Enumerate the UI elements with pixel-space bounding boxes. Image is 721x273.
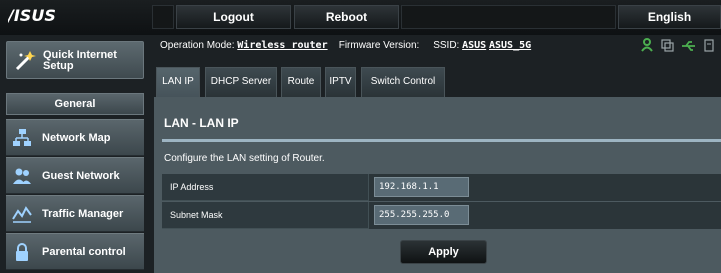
- page-description: Configure the LAN setting of Router.: [164, 153, 325, 164]
- sidebar-item-guest-network[interactable]: Guest Network: [6, 157, 144, 194]
- magic-wand-icon: [15, 51, 36, 71]
- operation-mode-label: Operation Mode:: [160, 40, 235, 51]
- form-row-subnet-mask: Subnet Mask: [162, 202, 721, 229]
- copy-icon[interactable]: [661, 39, 675, 53]
- apply-button[interactable]: Apply: [400, 240, 487, 264]
- tab-route[interactable]: Route: [281, 67, 321, 97]
- sidebar-item-label: Traffic Manager: [42, 208, 124, 220]
- reboot-button[interactable]: Reboot: [294, 5, 399, 29]
- general-section-title: General: [6, 93, 144, 115]
- logout-button[interactable]: Logout: [176, 5, 291, 29]
- title-divider: [162, 139, 721, 142]
- language-label: English: [647, 10, 692, 24]
- sidebar-item-label: Network Map: [42, 132, 111, 144]
- sidebar-item-parental-control[interactable]: Parental control: [6, 233, 144, 270]
- status-icons: [641, 38, 721, 54]
- sidebar-item-label: Guest Network: [42, 170, 120, 182]
- tab-iptv[interactable]: IPTV: [325, 67, 356, 97]
- field-cell: [368, 202, 721, 229]
- content-panel: LAN - LAN IP Configure the LAN setting o…: [154, 97, 721, 273]
- parental-control-icon: [16, 243, 28, 261]
- ssid-link[interactable]: ASUS: [462, 40, 486, 51]
- sidebar-item-network-map[interactable]: Network Map: [6, 119, 144, 156]
- field-cell: [368, 174, 721, 201]
- network-map-icon: [13, 129, 31, 146]
- guest-network-icon: [13, 168, 31, 184]
- user-icon[interactable]: [641, 38, 655, 52]
- subnet-mask-input[interactable]: [374, 205, 469, 225]
- top-bar-spacer: [401, 5, 616, 29]
- subnet-mask-label: Subnet Mask: [170, 210, 223, 220]
- operation-mode-link[interactable]: Wireless router: [237, 40, 327, 51]
- top-bar: /ISUS Logout Reboot English: [0, 0, 721, 35]
- ip-address-label: IP Address: [170, 182, 214, 192]
- svg-text:/ISUS: /ISUS: [8, 6, 56, 24]
- sidebar-item-label: Parental control: [42, 246, 126, 258]
- sidebar-item-traffic-manager[interactable]: Traffic Manager: [6, 195, 144, 232]
- tab-lan-ip[interactable]: LAN IP: [156, 67, 200, 97]
- status-bar: Operation Mode: Wireless router Firmware…: [160, 40, 531, 54]
- ip-address-input[interactable]: [374, 177, 469, 197]
- form-row-ip-address: IP Address: [162, 174, 721, 201]
- tab-switch-control[interactable]: Switch Control: [361, 67, 445, 97]
- traffic-manager-icon: [12, 206, 32, 223]
- quick-internet-setup-button[interactable]: Quick Internet Setup: [6, 41, 144, 79]
- ssid-link[interactable]: ASUS_5G: [489, 40, 531, 51]
- top-bar-spacer: [152, 5, 174, 29]
- firmware-label: Firmware Version:: [338, 40, 420, 51]
- sidebar: Quick Internet Setup General Network Map…: [0, 35, 148, 273]
- tab-dhcp-server[interactable]: DHCP Server: [205, 67, 277, 97]
- ssid-label: SSID:: [433, 40, 460, 51]
- language-button[interactable]: English: [618, 5, 721, 29]
- printer-icon[interactable]: [703, 39, 717, 53]
- usb-icon[interactable]: [681, 39, 697, 53]
- page-title: LAN - LAN IP: [164, 116, 239, 130]
- quick-setup-label: Quick Internet Setup: [43, 49, 117, 72]
- asus-logo: /ISUS: [8, 6, 56, 24]
